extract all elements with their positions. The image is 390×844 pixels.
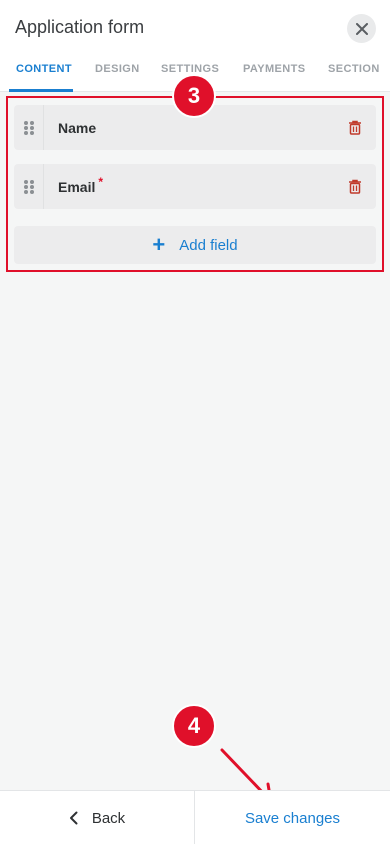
tab-design[interactable]: DESIGN xyxy=(95,63,140,75)
close-icon xyxy=(355,22,368,35)
tab-section[interactable]: SECTION xyxy=(328,63,380,75)
active-tab-indicator xyxy=(9,89,73,92)
back-label: Back xyxy=(91,809,126,827)
annotation-highlight-box xyxy=(6,96,384,272)
annotation-step-4-badge: 4 xyxy=(172,704,216,748)
save-changes-button[interactable]: Save changes xyxy=(195,791,390,844)
annotation-step-3-badge: 3 xyxy=(172,74,216,118)
tab-payments[interactable]: PAYMENTS xyxy=(243,63,306,75)
close-button[interactable] xyxy=(347,14,376,43)
tab-content[interactable]: CONTENT xyxy=(16,63,72,75)
panel-title: Application form xyxy=(15,17,145,37)
footer-bar: Back Save changes xyxy=(0,790,390,844)
tab-settings[interactable]: SETTINGS xyxy=(161,63,219,75)
back-button[interactable]: Back xyxy=(0,791,194,844)
chevron-left-icon xyxy=(69,811,78,825)
